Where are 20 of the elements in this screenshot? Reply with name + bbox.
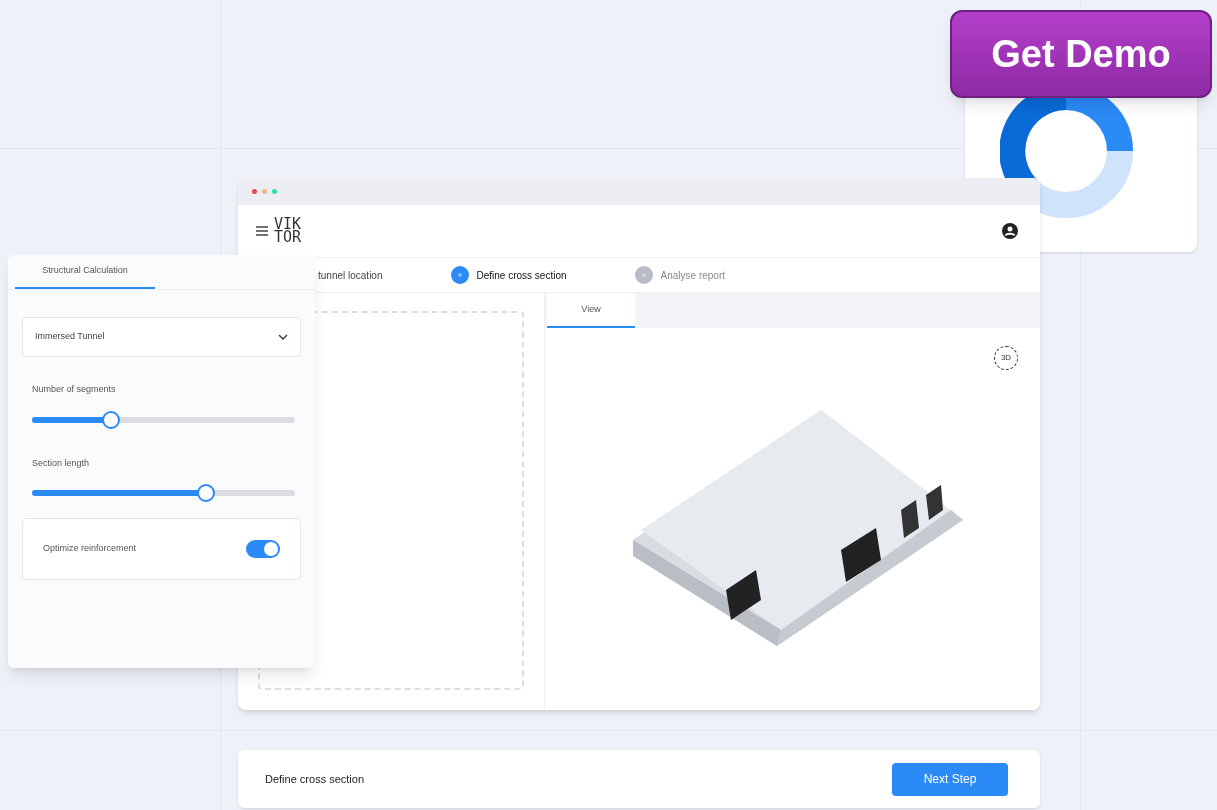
user-icon[interactable] [1002,223,1018,239]
dropdown[interactable]: Immersed Tunnel [22,317,301,357]
logo: VIK TOR [274,218,302,244]
step-label[interactable]: tunnel location [318,267,383,283]
footer-title: Define cross section [265,771,365,787]
step-label[interactable]: Analyse report [660,267,726,283]
field-label: Number of segments [32,383,117,396]
slider-thumb[interactable] [196,484,215,502]
get-demo-button[interactable]: Get Demo [950,10,1212,98]
toggle-label: Optimize reinforcement [43,542,137,556]
slider-thumb[interactable] [101,410,120,429]
panel-tab[interactable]: Structural Calculation [15,255,155,289]
slider[interactable] [32,410,295,429]
slider[interactable] [32,484,295,502]
toggle-switch[interactable] [246,540,280,558]
chevron-down-icon [278,334,288,340]
menu-icon[interactable] [256,226,268,236]
view-tab[interactable]: View [547,293,635,328]
step-label[interactable]: Define cross section [476,267,567,283]
field-label: Section length [32,456,91,470]
